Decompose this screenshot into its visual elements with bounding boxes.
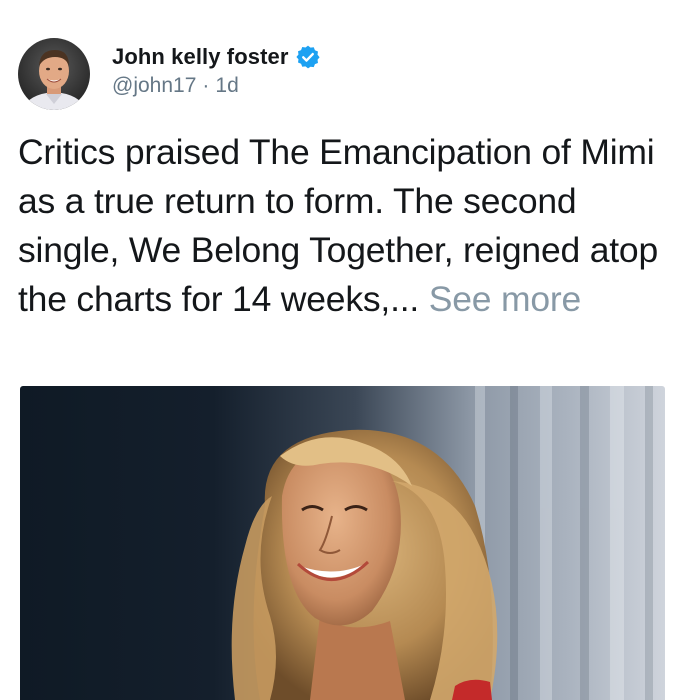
avatar[interactable] <box>18 38 90 110</box>
tweet-timestamp[interactable]: 1d <box>215 74 238 98</box>
tweet-card[interactable]: John kelly foster @john17 · 1d Critics p… <box>0 0 700 700</box>
user-info: John kelly foster @john17 · 1d <box>112 42 321 98</box>
verified-badge-icon <box>295 44 321 70</box>
tweet-header: John kelly foster @john17 · 1d <box>18 38 321 110</box>
tweet-text: Critics praised The Emancipation of Mimi… <box>18 128 682 324</box>
meta-row: @john17 · 1d <box>112 74 321 98</box>
tweet-media-photo[interactable] <box>20 386 665 700</box>
user-handle[interactable]: @john17 <box>112 74 196 98</box>
see-more-link[interactable]: See more <box>429 279 582 319</box>
media-image <box>20 386 665 700</box>
display-name[interactable]: John kelly foster <box>112 44 289 70</box>
avatar-photo <box>18 38 90 110</box>
name-row: John kelly foster <box>112 42 321 72</box>
meta-separator: · <box>202 74 210 97</box>
